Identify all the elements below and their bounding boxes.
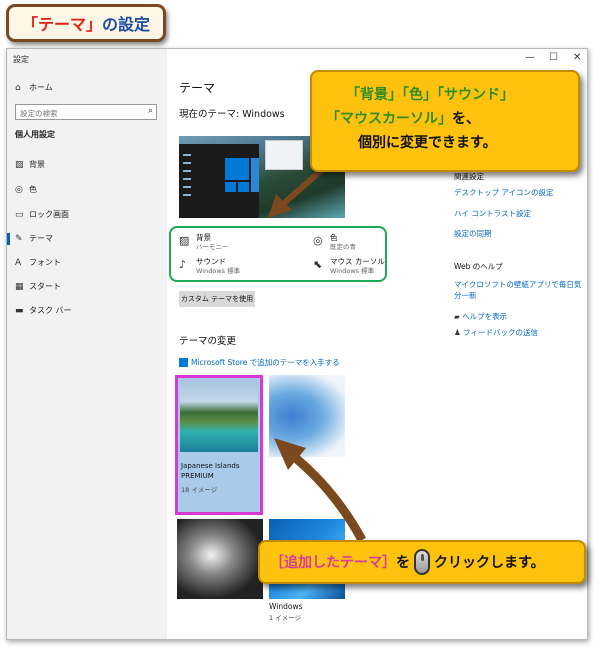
callout-line: 「マウスカーソル」を、 [326, 108, 480, 130]
callout-black-text: を、 [452, 111, 480, 127]
arrow-to-added-theme [289, 451, 366, 543]
callout-text: クリックします。 [434, 555, 545, 571]
callout-individual-settings: 「背景」「色」「サウンド」 「マウスカーソル」を、 個別に変更できます。 [310, 70, 580, 172]
callout-line: 個別に変更できます。 [358, 135, 497, 151]
callout-green-text: 「マウスカーソル」 [326, 111, 452, 127]
mouse-icon [414, 549, 430, 575]
callout-highlight-text: ［追加したテーマ］ [270, 555, 396, 571]
callout-text: を [396, 555, 410, 571]
callout-click-theme: ［追加したテーマ］ を クリックします。 [258, 540, 586, 584]
callout-line: 「背景」「色」「サウンド」 [346, 87, 514, 103]
